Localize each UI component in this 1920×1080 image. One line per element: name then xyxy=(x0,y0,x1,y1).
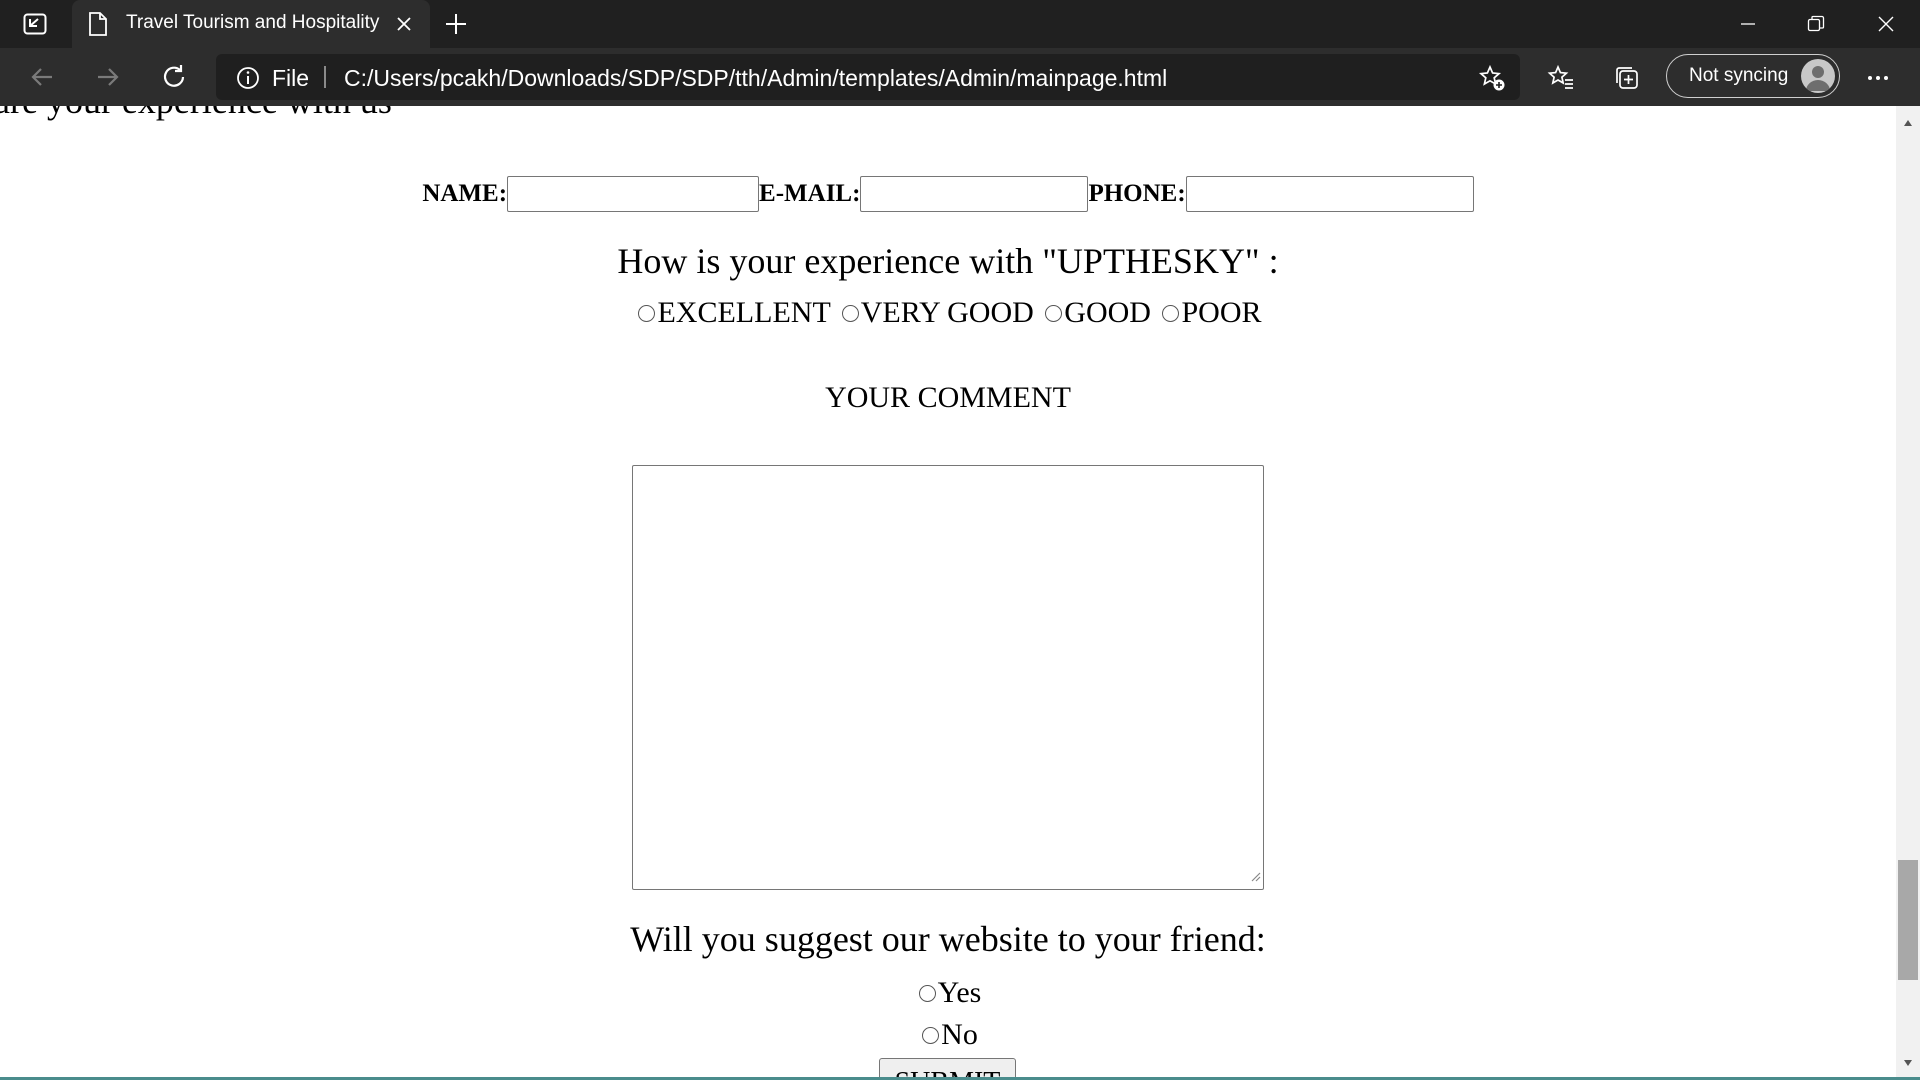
radio-button[interactable] xyxy=(638,304,656,322)
experience-option-good[interactable]: GOOD xyxy=(1041,296,1151,329)
email-label: E-MAIL: xyxy=(759,180,861,207)
radio-button[interactable] xyxy=(922,1026,940,1044)
new-tab-icon[interactable] xyxy=(444,12,468,36)
submit-button[interactable]: SUBMIT xyxy=(879,1058,1016,1078)
radio-button[interactable] xyxy=(918,984,936,1002)
tab-title: Travel Tourism and Hospitality xyxy=(126,12,380,33)
experience-option-very-good[interactable]: VERY GOOD xyxy=(838,296,1034,329)
scheme-label: File xyxy=(272,65,310,91)
sync-status-label: Not syncing xyxy=(1689,65,1789,86)
experience-option-excellent[interactable]: EXCELLENT xyxy=(634,296,830,329)
omnibox-divider xyxy=(324,66,326,88)
forward-arrow-icon[interactable] xyxy=(92,61,124,93)
radio-button[interactable] xyxy=(1162,304,1180,322)
refresh-icon[interactable] xyxy=(158,61,190,93)
avatar-icon xyxy=(1801,59,1835,93)
scrollbar-thumb[interactable] xyxy=(1898,860,1918,980)
browser-titlebar: Travel Tourism and Hospitality xyxy=(0,0,1920,48)
address-bar[interactable]: File C:/Users/pcakh/Downloads/SDP/SDP/tt… xyxy=(216,54,1520,100)
contact-fields-row: NAME: E-MAIL: PHONE: xyxy=(0,176,1896,212)
suggest-question: Will you suggest our website to your fri… xyxy=(630,919,1266,959)
add-favorite-icon[interactable] xyxy=(1478,64,1506,97)
browser-tab-active[interactable]: Travel Tourism and Hospitality xyxy=(72,0,430,48)
radio-button[interactable] xyxy=(841,304,859,322)
page-viewport: are your experience with us NAME: E-MAIL:… xyxy=(0,106,1896,1078)
phone-label: PHONE: xyxy=(1088,180,1186,207)
name-label: NAME: xyxy=(422,180,508,207)
info-icon[interactable] xyxy=(236,66,260,95)
profile-sync-button[interactable]: Not syncing xyxy=(1666,54,1840,98)
more-options-icon[interactable] xyxy=(1862,62,1894,94)
suggest-option-no[interactable]: No xyxy=(0,1018,1896,1052)
comment-label: YOUR COMMENT xyxy=(825,381,1071,414)
close-window-icon[interactable] xyxy=(1852,0,1920,48)
favorites-icon[interactable] xyxy=(1545,62,1577,94)
minimize-icon[interactable] xyxy=(1714,0,1782,48)
email-input[interactable] xyxy=(860,176,1089,212)
scroll-up-arrow-icon[interactable] xyxy=(1903,114,1913,132)
close-tab-icon[interactable] xyxy=(394,14,414,34)
suggest-option-yes[interactable]: Yes xyxy=(0,976,1896,1010)
phone-input[interactable] xyxy=(1185,176,1474,212)
experience-option-poor[interactable]: POOR xyxy=(1158,296,1262,329)
experience-question: How is your experience with "UPTHESKY" : xyxy=(617,241,1279,281)
restore-icon[interactable] xyxy=(1782,0,1850,48)
page-heading-partial: are your experience with us xyxy=(0,106,392,122)
back-arrow-icon[interactable] xyxy=(26,61,58,93)
name-input[interactable] xyxy=(507,176,760,212)
comment-textarea[interactable] xyxy=(632,465,1264,890)
collections-icon[interactable] xyxy=(1611,62,1643,94)
scroll-down-arrow-icon[interactable] xyxy=(1903,1054,1913,1072)
resize-grip-icon[interactable] xyxy=(1249,869,1261,887)
document-icon xyxy=(88,12,108,41)
tab-actions-icon[interactable] xyxy=(22,12,48,36)
experience-options: EXCELLENT VERY GOOD GOOD POOR xyxy=(0,296,1896,330)
vertical-scrollbar[interactable] xyxy=(1896,106,1920,1078)
browser-toolbar: File C:/Users/pcakh/Downloads/SDP/SDP/tt… xyxy=(0,48,1920,106)
radio-button[interactable] xyxy=(1045,304,1063,322)
url-text[interactable]: C:/Users/pcakh/Downloads/SDP/SDP/tth/Adm… xyxy=(344,65,1167,92)
